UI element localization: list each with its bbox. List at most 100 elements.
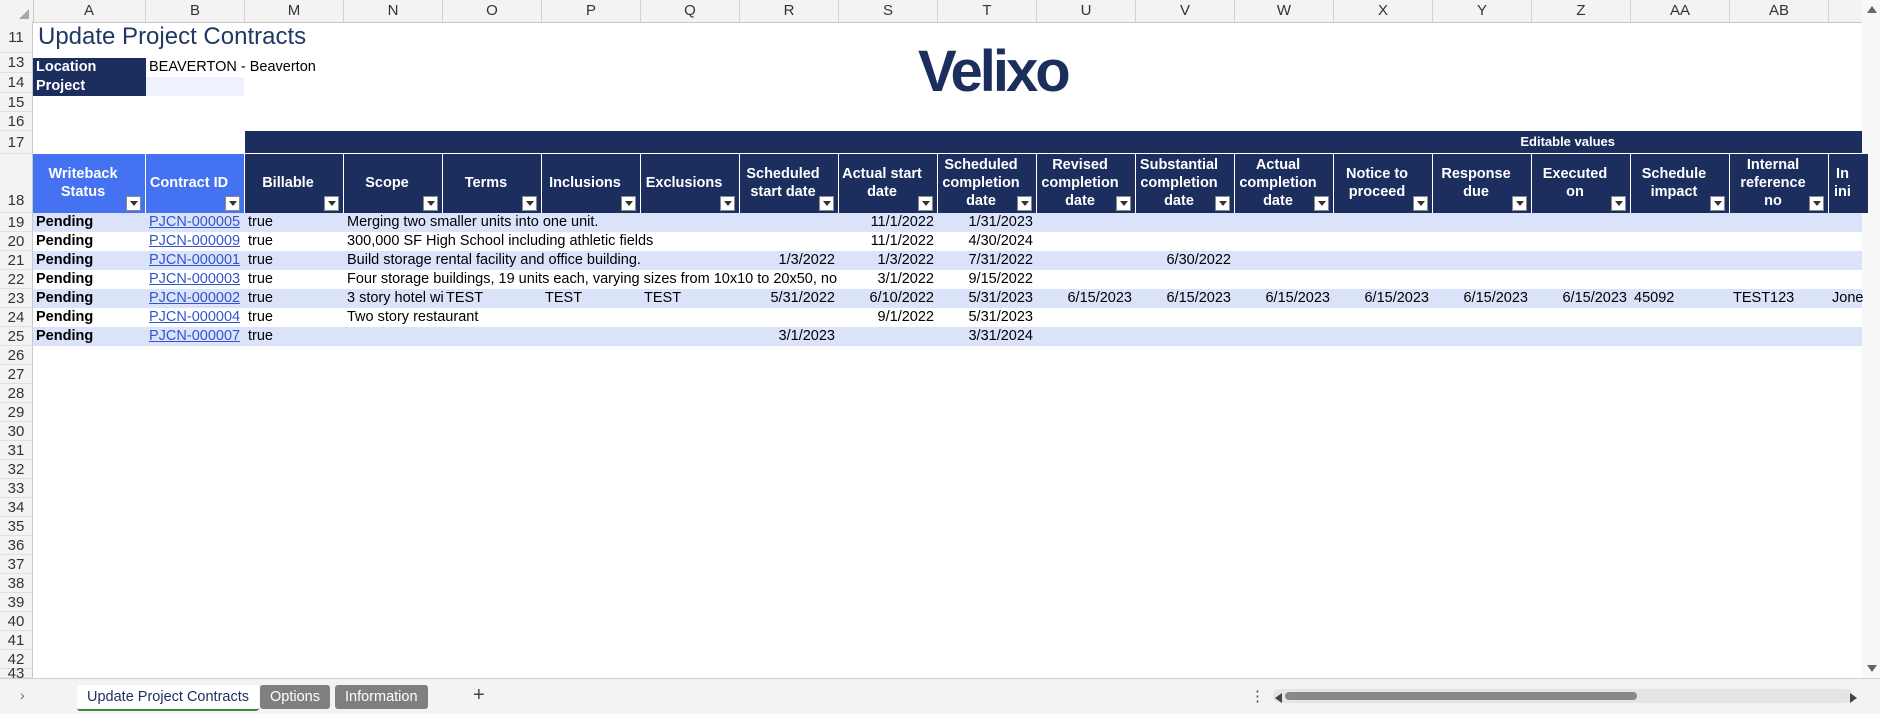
table-cell[interactable]: 1/3/2022 xyxy=(740,251,839,270)
filter-dropdown-icon[interactable] xyxy=(1413,196,1428,211)
table-cell[interactable]: 6/15/2023 xyxy=(1136,289,1235,308)
table-cell[interactable]: 11/1/2022 xyxy=(839,232,938,251)
table-cell[interactable]: 7/31/2022 xyxy=(938,251,1037,270)
row-header[interactable]: 26 xyxy=(0,346,33,365)
scroll-up-icon[interactable] xyxy=(1867,6,1877,13)
row-header[interactable]: 40 xyxy=(0,612,33,631)
column-header[interactable]: W xyxy=(1235,0,1334,22)
filter-dropdown-icon[interactable] xyxy=(918,196,933,211)
row-header[interactable]: 21 xyxy=(0,251,33,270)
row-header[interactable]: 36 xyxy=(0,536,33,555)
column-header[interactable]: M xyxy=(245,0,344,22)
table-cell[interactable]: TEST xyxy=(641,289,740,308)
table-cell[interactable]: Pending xyxy=(33,270,146,289)
scroll-left-icon[interactable] xyxy=(1275,693,1282,703)
row-header[interactable]: 24 xyxy=(0,308,33,327)
scroll-thumb[interactable] xyxy=(1285,692,1637,700)
table-cell[interactable]: Four storage buildings, 19 units each, v… xyxy=(344,270,837,289)
filter-dropdown-icon[interactable] xyxy=(1314,196,1329,211)
project-value[interactable] xyxy=(146,77,244,96)
table-cell[interactable]: 4/30/2024 xyxy=(938,232,1037,251)
column-header[interactable]: S xyxy=(839,0,938,22)
table-cell[interactable]: 6/15/2023 xyxy=(1235,289,1334,308)
column-header[interactable]: A xyxy=(33,0,146,22)
table-cell[interactable]: TEST xyxy=(542,289,641,308)
row-header[interactable]: 41 xyxy=(0,631,33,650)
chevron-right-icon[interactable]: › xyxy=(20,687,25,703)
column-header[interactable]: N xyxy=(344,0,443,22)
table-cell[interactable]: 5/31/2022 xyxy=(740,289,839,308)
table-cell[interactable]: 6/10/2022 xyxy=(839,289,938,308)
column-header[interactable]: T xyxy=(938,0,1037,22)
row-header[interactable]: 39 xyxy=(0,593,33,612)
row-header[interactable]: 32 xyxy=(0,460,33,479)
contract-id-link[interactable]: PJCN-000009 xyxy=(146,232,245,251)
column-header[interactable]: B xyxy=(146,0,245,22)
row-header[interactable]: 43 xyxy=(0,666,33,681)
table-cell[interactable]: 9/1/2022 xyxy=(839,308,938,327)
row-header[interactable]: 23 xyxy=(0,289,33,308)
filter-dropdown-icon[interactable] xyxy=(324,196,339,211)
table-cell[interactable]: Pending xyxy=(33,232,146,251)
filter-dropdown-icon[interactable] xyxy=(819,196,834,211)
table-cell[interactable]: Two story restaurant xyxy=(344,308,837,327)
select-all-corner[interactable] xyxy=(0,0,34,22)
row-header[interactable]: 29 xyxy=(0,403,33,422)
vertical-scrollbar[interactable] xyxy=(1862,0,1880,678)
table-cell[interactable]: 6/30/2022 xyxy=(1136,251,1235,270)
row-header[interactable]: 11 xyxy=(0,22,33,53)
table-cell[interactable]: 45092 xyxy=(1631,289,1730,308)
table-cell[interactable]: true xyxy=(245,327,344,346)
table-cell[interactable]: 5/31/2023 xyxy=(938,289,1037,308)
row-header[interactable]: 30 xyxy=(0,422,33,441)
contract-id-link[interactable]: PJCN-000007 xyxy=(146,327,245,346)
filter-dropdown-icon[interactable] xyxy=(1512,196,1527,211)
filter-dropdown-icon[interactable] xyxy=(1215,196,1230,211)
filter-dropdown-icon[interactable] xyxy=(522,196,537,211)
table-cell[interactable]: 3/31/2024 xyxy=(938,327,1037,346)
horizontal-scrollbar[interactable] xyxy=(1273,689,1853,703)
table-cell[interactable]: 3 story hotel wi xyxy=(344,289,443,308)
filter-dropdown-icon[interactable] xyxy=(1710,196,1725,211)
table-cell[interactable]: 3/1/2022 xyxy=(839,270,938,289)
table-cell[interactable]: 6/15/2023 xyxy=(1037,289,1136,308)
tab-options[interactable]: Options xyxy=(260,685,330,709)
row-header[interactable]: 35 xyxy=(0,517,33,536)
tab-information[interactable]: Information xyxy=(335,685,428,709)
scroll-down-icon[interactable] xyxy=(1867,665,1877,672)
table-cell[interactable]: 3/1/2023 xyxy=(740,327,839,346)
row-header[interactable]: 25 xyxy=(0,327,33,346)
column-header[interactable]: AA xyxy=(1631,0,1730,22)
filter-dropdown-icon[interactable] xyxy=(126,196,141,211)
row-header[interactable]: 19 xyxy=(0,213,33,232)
row-header[interactable]: 20 xyxy=(0,232,33,251)
row-header[interactable]: 31 xyxy=(0,441,33,460)
table-cell[interactable]: 6/15/2023 xyxy=(1532,289,1631,308)
table-cell[interactable]: 1/3/2022 xyxy=(839,251,938,270)
filter-dropdown-icon[interactable] xyxy=(1809,196,1824,211)
table-cell[interactable]: TEST xyxy=(443,289,542,308)
table-cell[interactable]: 6/15/2023 xyxy=(1334,289,1433,308)
filter-dropdown-icon[interactable] xyxy=(423,196,438,211)
table-cell[interactable]: true xyxy=(245,213,344,232)
row-header[interactable]: 14 xyxy=(0,73,33,93)
table-cell[interactable]: true xyxy=(245,251,344,270)
column-header[interactable]: Q xyxy=(641,0,740,22)
column-header[interactable]: V xyxy=(1136,0,1235,22)
table-cell[interactable]: true xyxy=(245,308,344,327)
row-header[interactable]: 15 xyxy=(0,93,33,112)
table-cell[interactable]: Jone xyxy=(1829,289,1869,308)
contract-id-link[interactable]: PJCN-000003 xyxy=(146,270,245,289)
contract-id-link[interactable]: PJCN-000005 xyxy=(146,213,245,232)
scroll-right-icon[interactable] xyxy=(1850,693,1857,703)
table-cell[interactable]: Pending xyxy=(33,308,146,327)
column-header[interactable]: Y xyxy=(1433,0,1532,22)
location-value[interactable]: BEAVERTON - Beaverton xyxy=(146,58,346,77)
filter-dropdown-icon[interactable] xyxy=(621,196,636,211)
filter-dropdown-icon[interactable] xyxy=(1017,196,1032,211)
table-cell[interactable]: true xyxy=(245,270,344,289)
tab-update-project-contracts[interactable]: Update Project Contracts xyxy=(77,685,259,711)
row-header[interactable]: 37 xyxy=(0,555,33,574)
column-header[interactable]: R xyxy=(740,0,839,22)
table-cell[interactable]: 11/1/2022 xyxy=(839,213,938,232)
